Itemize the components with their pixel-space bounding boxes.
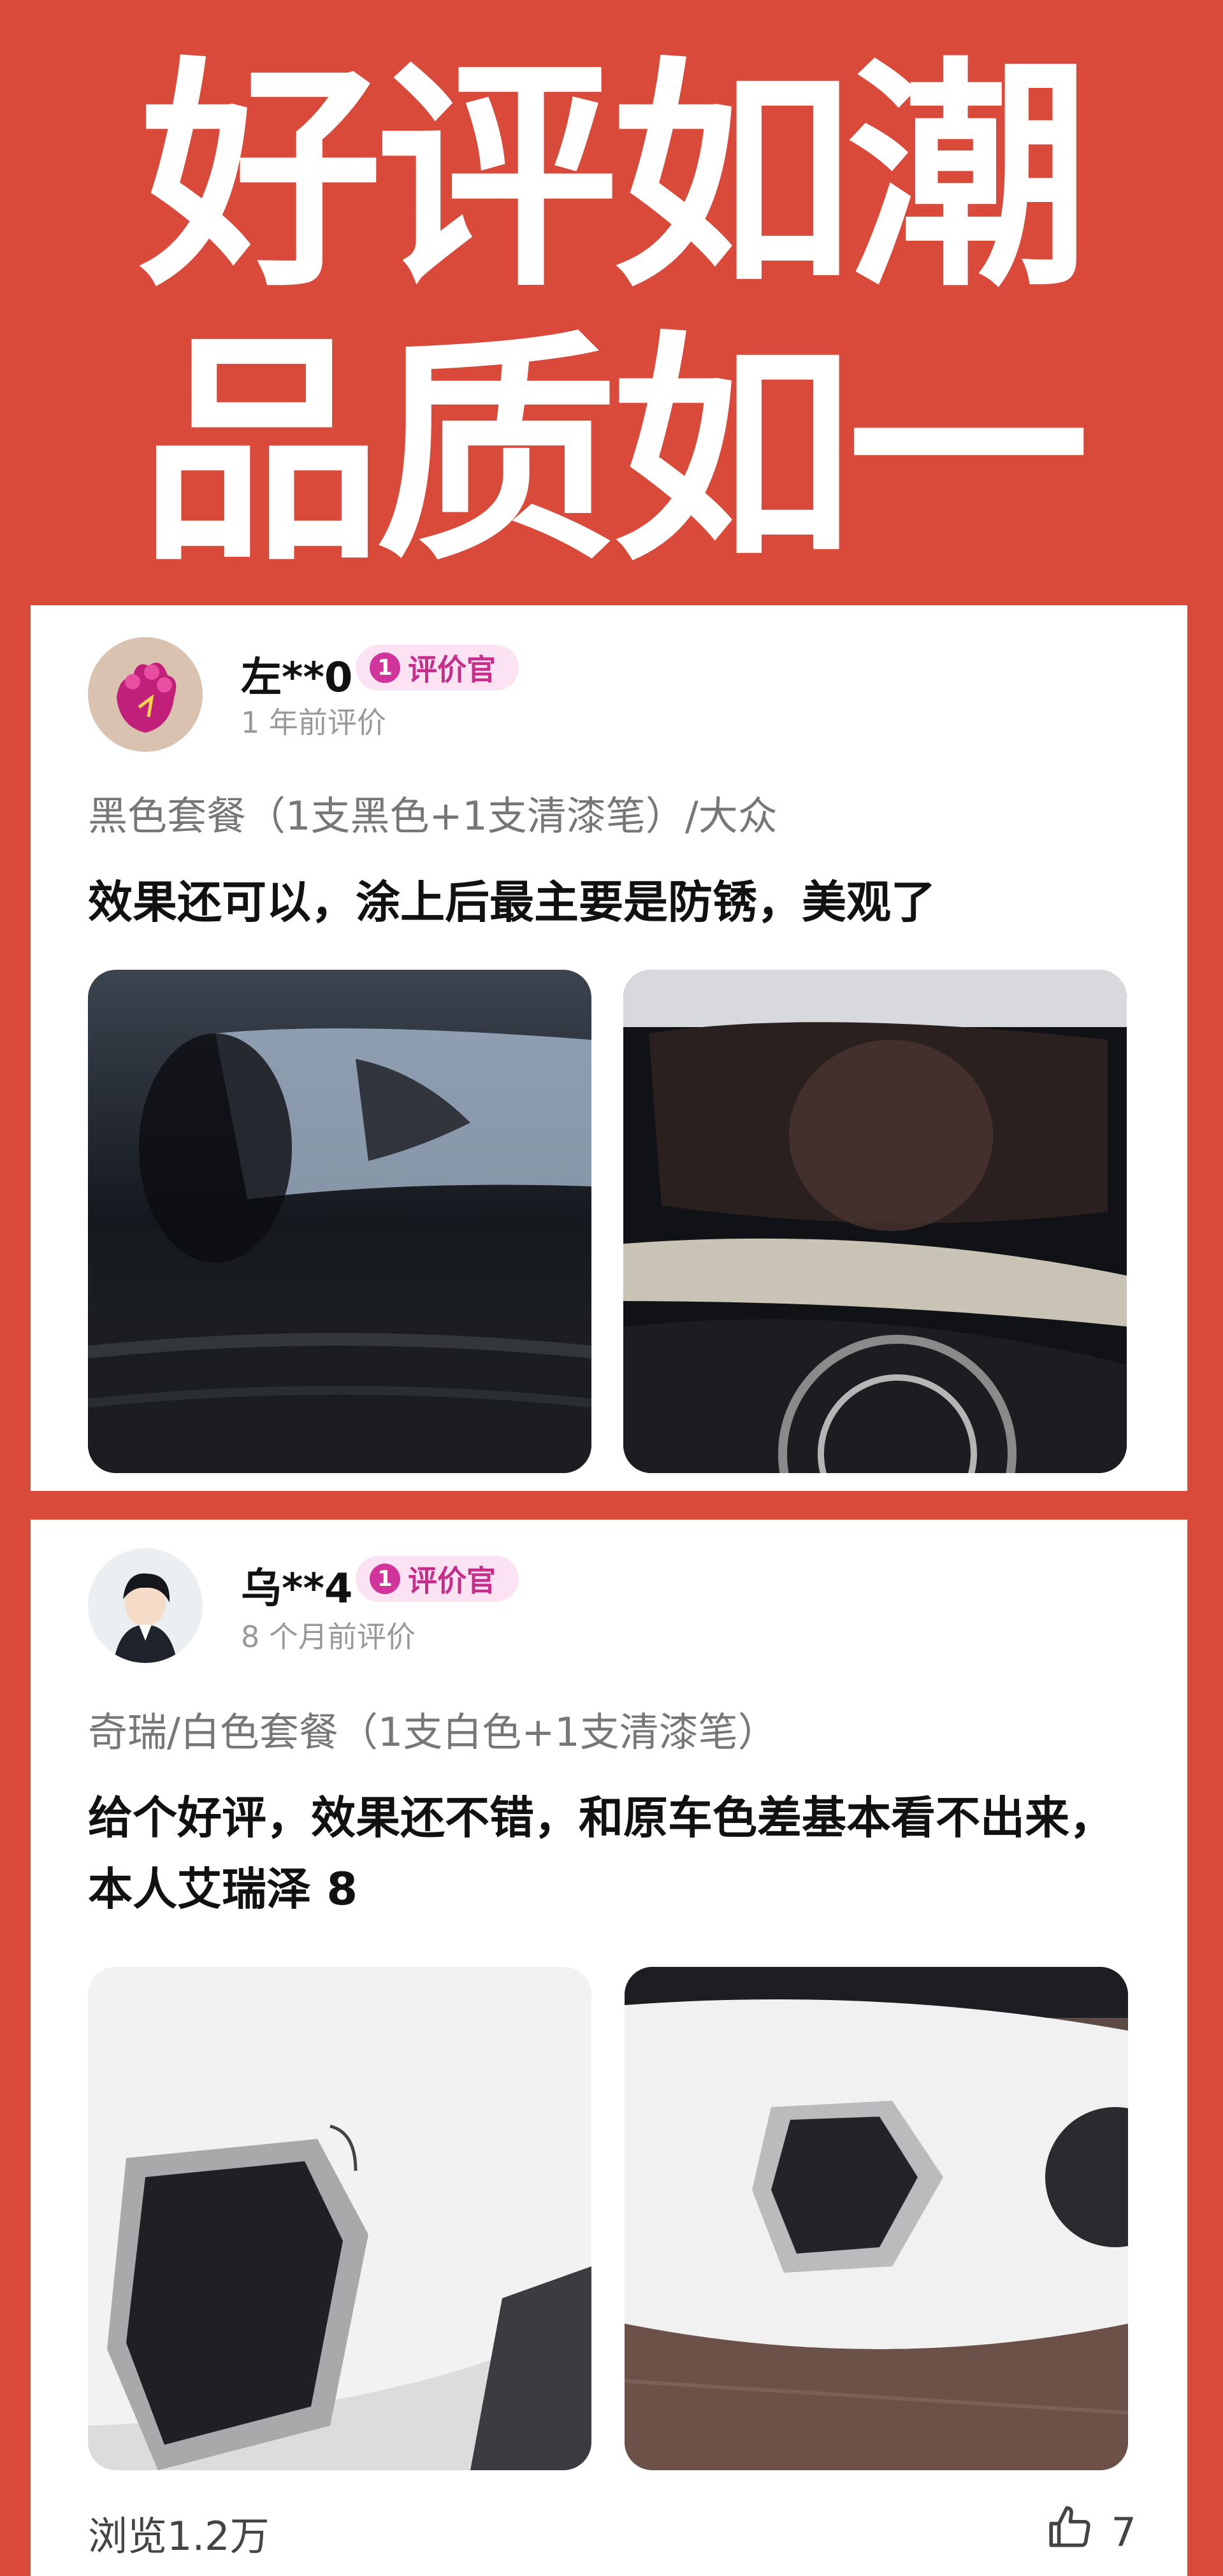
review-card: 左**0 1 评价官 1 年前评价 黑色套餐（1支黑色+1支清漆笔）/大众 效果… [31, 605, 1187, 1491]
review-photo-1[interactable] [88, 970, 591, 1473]
view-count: 浏览1.2万 [88, 2513, 270, 2559]
headline-line-2: 品质如一 [140, 311, 1090, 593]
username: 左**0 [241, 654, 353, 702]
review-text: 效果还可以，涂上后最主要是防锈，美观了 [88, 876, 936, 928]
badge-label: 评价官 [408, 652, 496, 687]
like-button[interactable]: 7 [1045, 2504, 1136, 2561]
avatar[interactable] [88, 1548, 203, 1663]
badge-level: 1 [370, 652, 400, 683]
like-count: 7 [1111, 2509, 1136, 2556]
username: 乌**4 [241, 1565, 353, 1613]
review-photo-2[interactable] [623, 970, 1127, 1473]
avatar[interactable] [88, 637, 203, 752]
reviewer-badge: 1 评价官 [356, 645, 519, 691]
review-photo-2[interactable] [625, 1967, 1128, 2470]
badge-label: 评价官 [408, 1564, 496, 1598]
review-text: 给个好评，效果还不错，和原车色差基本看不出来，本人艾瑞泽 8 [88, 1792, 1114, 1915]
review-photo-1[interactable] [88, 1967, 591, 2470]
badge-level: 1 [370, 1564, 400, 1594]
product-variant: 黑色套餐（1支黑色+1支清漆笔）/大众 [88, 793, 778, 839]
headline-line-1: 好评如潮 [140, 37, 1090, 319]
review-time: 8 个月前评价 [241, 1620, 416, 1654]
reviewer-badge: 1 评价官 [356, 1556, 519, 1602]
product-variant: 奇瑞/白色套餐（1支白色+1支清漆笔） [88, 1709, 778, 1755]
review-card: 乌**4 1 评价官 8 个月前评价 奇瑞/白色套餐（1支白色+1支清漆笔） 给… [31, 1520, 1187, 2576]
review-time: 1 年前评价 [241, 705, 386, 740]
thumbs-up-icon [1045, 2504, 1092, 2561]
